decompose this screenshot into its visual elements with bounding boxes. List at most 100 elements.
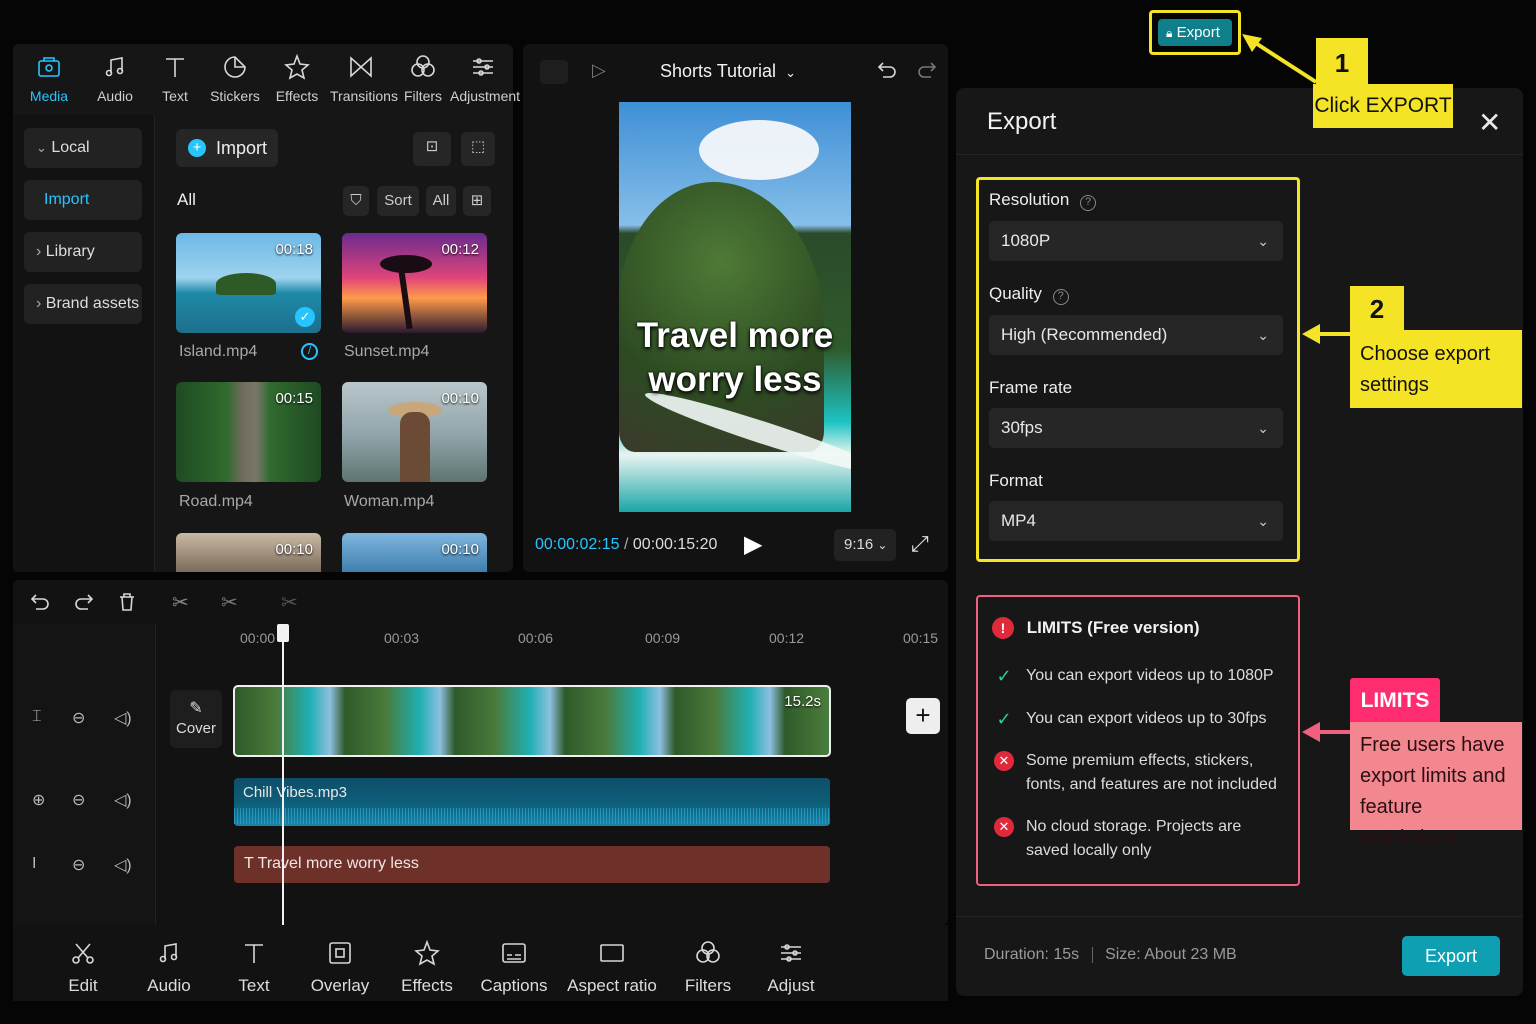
toolbar-media[interactable]: Media	[18, 52, 80, 104]
lock-icon[interactable]: ⊖	[72, 708, 85, 728]
bottom-tool-edit[interactable]: Edit	[38, 938, 128, 996]
split-right-icon[interactable]: ✂	[281, 590, 298, 615]
split-icon[interactable]: ✂	[172, 590, 189, 615]
resolution-label: Resolution ?	[989, 190, 1097, 211]
limit-item: ✓ You can export videos up to 30fps	[994, 707, 1284, 731]
toolbar-text[interactable]: Text	[144, 52, 206, 104]
volume-icon[interactable]: ◁)	[114, 708, 132, 728]
bottom-tool-filters[interactable]: Filters	[663, 938, 753, 996]
alert-icon: !	[992, 617, 1014, 639]
toolbar-adjustment-label: Adjustment	[450, 88, 521, 104]
ruler-mark: 00:09	[645, 630, 681, 646]
filters-icon	[663, 938, 753, 968]
trash-icon[interactable]	[115, 590, 139, 619]
sidebar-item-import[interactable]: Import	[24, 180, 142, 220]
help-icon[interactable]: ?	[1052, 289, 1069, 305]
volume-icon[interactable]: ◁)	[114, 790, 132, 810]
unlock-icon[interactable]: ⊖	[72, 790, 85, 810]
select-button[interactable]: ⬚	[461, 132, 495, 166]
lock-icon[interactable]: ⊕	[32, 790, 45, 810]
framerate-select[interactable]: 30fps ⌄	[989, 408, 1283, 448]
checkmark-icon: ✓	[295, 307, 315, 327]
media-thumb-sunset[interactable]: 00:12	[342, 233, 487, 333]
cover-button[interactable]: ✎ Cover	[170, 690, 222, 748]
playhead-handle[interactable]	[277, 624, 289, 642]
toolbar-adjustment[interactable]: Adjustment	[450, 52, 520, 104]
toolbar-filters[interactable]: Filters	[392, 52, 454, 104]
import-label: Import	[216, 138, 268, 158]
export-button[interactable]: Export	[1402, 936, 1500, 976]
toolbar-stickers[interactable]: Stickers	[204, 52, 266, 104]
sidebar-item-local[interactable]: ⌄ Local	[24, 128, 142, 168]
text-track-icon[interactable]: I	[32, 855, 36, 873]
filter-funnel-button[interactable]: ⛉	[343, 186, 369, 216]
video-clip[interactable]: 15.2s	[233, 685, 831, 757]
quality-select[interactable]: High (Recommended) ⌄	[989, 315, 1283, 355]
project-title[interactable]: Shorts Tutorial ⌄	[660, 61, 796, 82]
resolution-select[interactable]: 1080P ⌄	[989, 221, 1283, 261]
bottom-tool-text[interactable]: Text	[209, 938, 299, 996]
media-thumb-woman[interactable]: 00:10	[342, 382, 487, 482]
toolbar-effects-label: Effects	[275, 88, 319, 104]
limit-item: ✓ You can export videos up to 1080P	[994, 664, 1284, 688]
bottom-tool-audio[interactable]: Audio	[124, 938, 214, 996]
aspect-ratio-icon	[562, 938, 662, 968]
toolbar-effects[interactable]: Effects	[266, 52, 328, 104]
unlock-icon[interactable]: ⊖	[72, 855, 85, 875]
play-icon[interactable]: ▶	[744, 530, 762, 559]
duration-text: Duration: 15s	[984, 946, 1080, 963]
bottom-tool-overlay[interactable]: Overlay	[295, 938, 385, 996]
add-clip-button[interactable]: +	[906, 698, 940, 734]
undo-icon[interactable]	[28, 590, 52, 619]
media-filter-all[interactable]: All	[177, 190, 196, 210]
fullscreen-icon[interactable]: ⤢	[911, 531, 929, 557]
grid-view-button[interactable]: ⊞	[463, 186, 491, 216]
bottom-tool-effects[interactable]: Effects	[382, 938, 472, 996]
media-thumb-6[interactable]: 00:10	[342, 533, 487, 572]
caption-overlay[interactable]: Travel more worry less	[619, 314, 851, 402]
sidebar-item-brand-assets[interactable]: › Brand assets	[24, 284, 142, 324]
import-button[interactable]: + Import	[176, 129, 278, 167]
audio-clip[interactable]: Chill Vibes.mp3	[234, 778, 830, 826]
redo-icon[interactable]	[915, 58, 939, 87]
music-note-icon	[124, 938, 214, 968]
bottom-tool-aspect-ratio[interactable]: Aspect ratio	[562, 938, 662, 996]
preview-toggle[interactable]	[540, 60, 568, 84]
toolbar-text-label: Text	[162, 88, 188, 104]
toolbar-audio[interactable]: Audio	[84, 52, 146, 104]
media-thumb-island[interactable]: 00:18 ✓	[176, 233, 321, 333]
toolbar-transitions[interactable]: Transitions	[330, 52, 398, 104]
sidebar-item-library[interactable]: › Library	[24, 232, 142, 272]
media-thumb-road[interactable]: 00:15	[176, 382, 321, 482]
bottom-tool-label: Captions	[480, 976, 548, 995]
format-select[interactable]: MP4 ⌄	[989, 501, 1283, 541]
all-type-button[interactable]: All	[426, 186, 456, 216]
video-preview[interactable]: Travel more worry less	[619, 102, 851, 512]
bottom-tool-label: Text	[238, 976, 270, 995]
help-icon[interactable]: ?	[1080, 195, 1097, 211]
transition-icon	[330, 52, 392, 82]
sort-button[interactable]: Sort	[377, 186, 419, 216]
plus-icon: +	[188, 139, 206, 157]
bottom-tool-captions[interactable]: Captions	[469, 938, 559, 996]
bottom-tool-label: Filters	[684, 976, 732, 995]
media-duration: 00:15	[275, 390, 313, 407]
undo-icon[interactable]	[875, 58, 899, 87]
playhead[interactable]	[282, 626, 284, 926]
media-thumb-5[interactable]: 00:10	[176, 533, 321, 572]
sidebar-item-label: Local	[51, 139, 90, 156]
text-clip[interactable]: T Travel more worry less	[234, 846, 830, 883]
play-triangle-icon[interactable]: ▷	[592, 60, 606, 81]
export-panel-title: Export	[987, 108, 1057, 135]
volume-icon[interactable]: ◁)	[114, 855, 132, 875]
top-export-button[interactable]: 🔒︎ Export	[1158, 19, 1232, 46]
redo-icon[interactable]	[72, 590, 96, 619]
aspect-view-button[interactable]: ⊡	[413, 132, 451, 166]
track-align-icon[interactable]: ⌶	[32, 708, 42, 726]
person-shape	[400, 412, 430, 482]
close-icon[interactable]: ✕	[1478, 106, 1501, 139]
aspect-ratio-select[interactable]: 9:16 ⌄	[834, 529, 896, 561]
chevron-right-icon: ›	[36, 295, 42, 312]
split-left-icon[interactable]: ✂	[221, 590, 238, 615]
bottom-tool-adjust[interactable]: Adjust	[746, 938, 836, 996]
